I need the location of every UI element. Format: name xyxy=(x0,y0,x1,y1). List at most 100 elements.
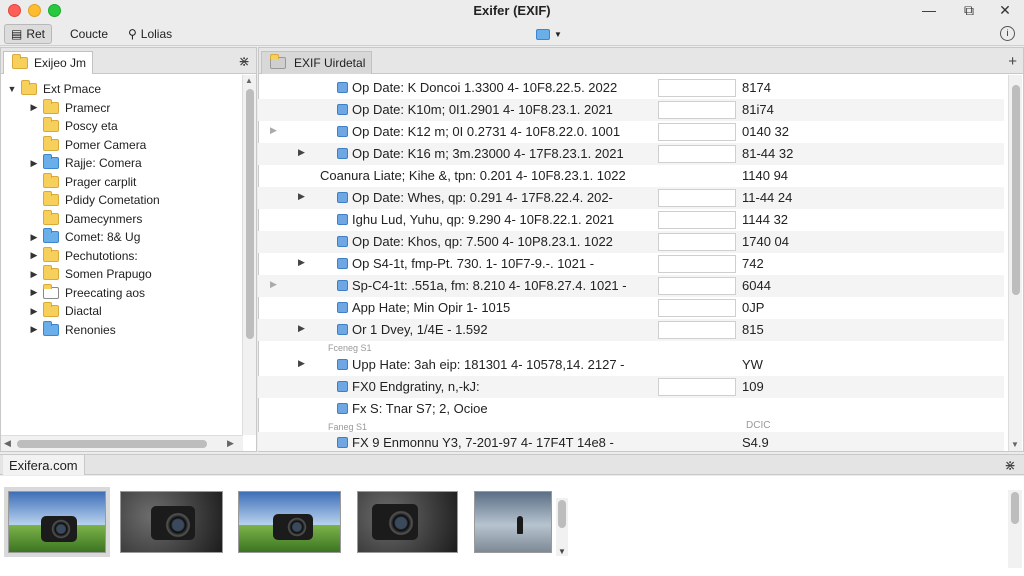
row-value-box[interactable] xyxy=(658,101,736,119)
expand-arrow-icon[interactable]: ▶ xyxy=(270,279,277,290)
gallery-scroll-thumb[interactable] xyxy=(558,500,566,528)
left-vertical-scrollbar[interactable]: ▲ xyxy=(242,75,256,435)
table-row[interactable]: App Hate; Min Opir 1- 1015 0JP xyxy=(258,297,1004,319)
right-scroll-thumb[interactable] xyxy=(1012,85,1020,295)
gallery-scrollbar[interactable]: ▼ xyxy=(556,498,568,556)
expand-arrow-icon[interactable]: ▶ xyxy=(298,323,305,334)
row-value-box[interactable] xyxy=(658,233,736,251)
table-row[interactable]: Op Date: Khos, qp: 7.500 4- 10P8.23.1. 1… xyxy=(258,231,1004,253)
collapse-arrow-icon[interactable]: ▶ xyxy=(29,287,39,298)
scroll-right-icon[interactable]: ▶ xyxy=(227,438,234,449)
table-row[interactable]: ▶ Op Date: K16 m; 3m.23000 4- 17F8.23.1. … xyxy=(258,143,1004,165)
collapse-arrow-icon[interactable]: ▶ xyxy=(29,250,39,261)
tree-item-label: Pramecr xyxy=(65,100,111,115)
folder-dropdown-button[interactable]: ▼ xyxy=(530,24,568,44)
scroll-up-icon[interactable]: ▲ xyxy=(245,76,253,85)
add-tab-icon[interactable]: + xyxy=(1008,53,1017,70)
scroll-down-icon[interactable]: ▼ xyxy=(558,547,566,556)
tree-item[interactable]: ▶ Pramecr xyxy=(1,98,242,118)
thumbnail-4[interactable] xyxy=(357,491,458,553)
expand-arrow-icon[interactable]: ▶ xyxy=(298,358,305,369)
pin-icon[interactable]: ⋇ xyxy=(1004,457,1016,474)
row-value-box[interactable] xyxy=(658,299,736,317)
table-row[interactable]: ▶ Upp Hate: 3ah eip: 181301 4- 10578,14. … xyxy=(258,354,1004,376)
expand-arrow-icon[interactable]: ▶ xyxy=(270,125,277,136)
left-scroll-thumb[interactable] xyxy=(246,89,254,339)
row-text: Upp Hate: 3ah eip: 181301 4- 10578,14. 2… xyxy=(352,357,625,372)
expand-arrow-icon[interactable]: ▶ xyxy=(298,147,305,158)
collapse-arrow-icon[interactable]: ▶ xyxy=(29,306,39,317)
table-row[interactable]: ▶ Op Date: K12 m; 0I 0.2731 4- 10F8.22.0.… xyxy=(258,121,1004,143)
tag-icon xyxy=(337,148,348,159)
scroll-down-icon[interactable]: ▼ xyxy=(1011,440,1019,449)
collapse-arrow-icon[interactable]: ▶ xyxy=(29,269,39,280)
row-value-box[interactable] xyxy=(658,189,736,207)
tab-exif-detail[interactable]: EXIF Uirdetal xyxy=(261,51,373,74)
row-value: YW xyxy=(742,357,763,372)
table-row[interactable]: ▶ Or 1 Dvey, 1/4E - 1.592 815 xyxy=(258,319,1004,341)
toolbar-ret-button[interactable]: ▤ Ret xyxy=(4,24,53,44)
tree-item-label: Poscy eta xyxy=(65,119,118,134)
tree-item[interactable]: Poscy eta xyxy=(1,117,242,136)
row-value-box[interactable] xyxy=(658,79,736,97)
tree-item[interactable]: ▶ Preecating aos xyxy=(1,283,242,303)
collapse-arrow-icon[interactable]: ▶ xyxy=(29,324,39,335)
folder-icon xyxy=(43,172,59,188)
tree-item[interactable]: Prager carplit xyxy=(1,172,242,192)
tree-item[interactable]: Pomer Camera xyxy=(1,135,242,155)
close-icon[interactable]: ✕ xyxy=(996,2,1014,19)
strip-scroll-thumb[interactable] xyxy=(1011,492,1019,524)
tree-item-label: Renonies xyxy=(65,322,116,337)
tree-item[interactable]: ▶ Diactal xyxy=(1,302,242,321)
row-value-box[interactable] xyxy=(658,145,736,163)
row-value-box[interactable] xyxy=(658,277,736,295)
tree-item[interactable]: Pdidy Cometation xyxy=(1,191,242,210)
thumbnail-2[interactable] xyxy=(120,491,223,553)
left-hscroll-thumb[interactable] xyxy=(17,440,207,448)
collapse-arrow-icon[interactable]: ▶ xyxy=(29,232,39,243)
row-value-box[interactable] xyxy=(658,255,736,273)
row-value-box[interactable] xyxy=(658,321,736,339)
toolbar-search-button[interactable]: ⚲ Lolias xyxy=(122,24,178,44)
row-value-box[interactable] xyxy=(658,211,736,229)
strip-scrollbar[interactable] xyxy=(1008,490,1022,568)
tree-item[interactable]: ▶ Renonies xyxy=(1,320,242,340)
pin-icon[interactable]: ⋇ xyxy=(238,53,250,70)
tree-item[interactable]: ▶ Comet: 8& Ug xyxy=(1,228,242,247)
left-horizontal-scrollbar[interactable]: ◀ ▶ xyxy=(1,435,243,451)
table-row[interactable]: FX 9 Enmonnu Y3, 7-201-97 4- 17F4T 14e8 … xyxy=(258,432,1004,451)
table-row[interactable]: ▶ Op Date: Whes, qp: 0.291 4- 17F8.22.4. … xyxy=(258,187,1004,209)
tree-item[interactable]: Damecynmers xyxy=(1,209,242,229)
row-value-box[interactable] xyxy=(658,123,736,141)
table-row[interactable]: ▶ Op S4-1t, fmp-Pt. 730. 1- 10F7-9.-. 102… xyxy=(258,253,1004,275)
right-vertical-scrollbar[interactable]: ▼ xyxy=(1008,75,1022,451)
thumbnail-3[interactable] xyxy=(238,491,341,553)
tree-item[interactable]: ▶ Rajje: Comera xyxy=(1,154,242,173)
collapse-arrow-icon[interactable]: ▶ xyxy=(29,158,39,169)
minimize-icon[interactable]: — xyxy=(920,2,938,18)
info-icon[interactable]: i xyxy=(1000,26,1015,41)
table-row[interactable]: Fx S: Tnar S7; 2, Ocioe xyxy=(258,398,1004,420)
tree-item-root[interactable]: ▼ Ext Pmace xyxy=(1,80,242,99)
table-row[interactable]: ▶ Sp-C4-1t: .551a, fm: 8.210 4- 10F8.27.4… xyxy=(258,275,1004,297)
restore-icon[interactable]: ⧉ xyxy=(960,2,978,19)
table-row[interactable]: Ighu Lud, Yuhu, qp: 9.290 4- 10F8.22.1. … xyxy=(258,209,1004,231)
table-row[interactable]: Op Date: K10m; 0I1.2901 4- 10F8.23.1. 20… xyxy=(258,99,1004,121)
tree-item[interactable]: ▶ Somen Prapugo xyxy=(1,265,242,284)
collapse-arrow-icon[interactable]: ▶ xyxy=(29,102,39,113)
row-value-box[interactable] xyxy=(658,378,736,396)
thumbnail-5[interactable] xyxy=(474,491,552,553)
scroll-left-icon[interactable]: ◀ xyxy=(4,438,11,449)
toolbar-coucte-button[interactable]: Coucte xyxy=(64,24,114,44)
tab-exijeo[interactable]: Exijeo Jm xyxy=(3,51,94,74)
thumbnail-1[interactable] xyxy=(4,487,110,557)
expand-arrow-icon[interactable]: ▶ xyxy=(298,191,305,202)
tab-icon xyxy=(270,54,286,69)
tree-item[interactable]: ▶ Pechutotions: xyxy=(1,246,242,266)
table-row[interactable]: FX0 Endgratiny, n,-kJ: 109 xyxy=(258,376,1004,398)
table-row[interactable]: Coanura Liate; Kihe &, tpn: 0.201 4- 10F… xyxy=(258,165,1004,187)
expand-arrow-icon[interactable]: ▶ xyxy=(298,257,305,268)
tag-icon xyxy=(337,324,348,335)
table-row[interactable]: Op Date: K Doncoi 1.3300 4- 10F8.22.5. 2… xyxy=(258,77,1004,99)
expand-arrow-icon[interactable]: ▼ xyxy=(7,84,17,94)
